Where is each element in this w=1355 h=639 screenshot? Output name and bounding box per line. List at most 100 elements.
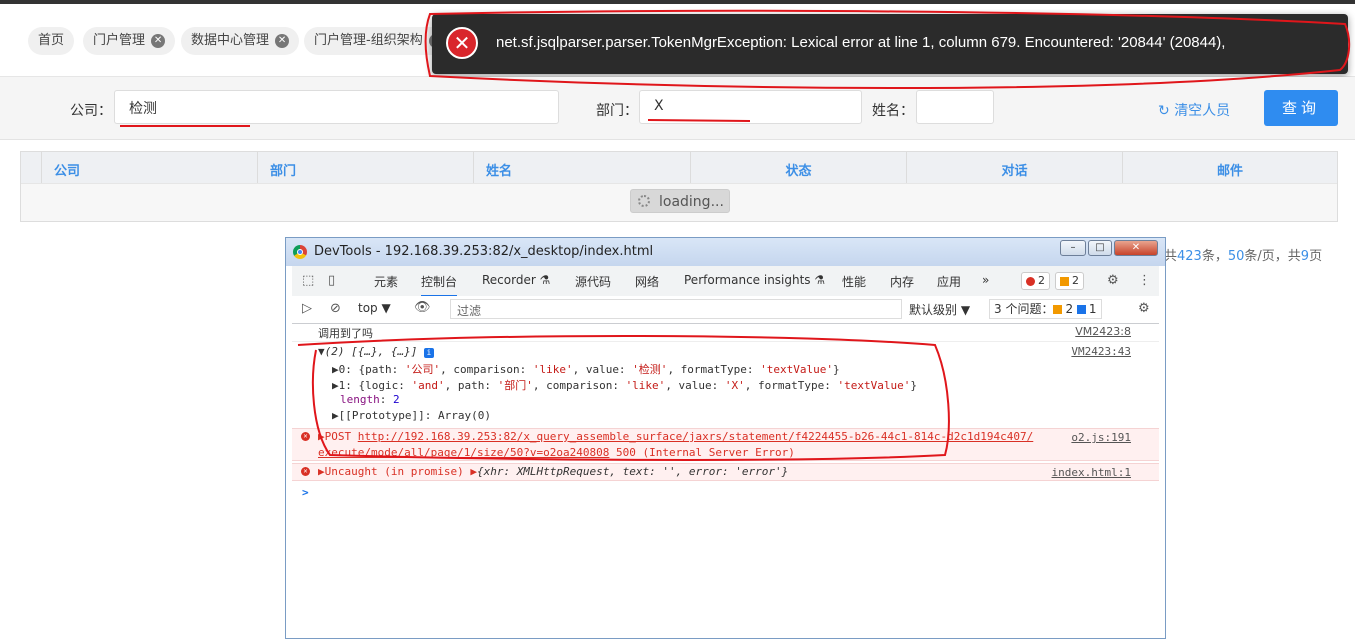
uncaught-label[interactable]: ▶Uncaught (in promise) ▶: [318, 465, 477, 478]
item-text: , path:: [444, 379, 498, 392]
devtools-tab-recorder[interactable]: Recorder ⚗: [482, 273, 550, 287]
tab-data-center[interactable]: 数据中心管理 ✕: [181, 27, 300, 55]
clear-persons-button[interactable]: ↻ 清空人员: [1158, 100, 1230, 120]
console-prompt[interactable]: >: [292, 486, 1159, 499]
item-text: , formatType:: [667, 363, 761, 376]
source-link[interactable]: VM2423:43: [1071, 345, 1131, 358]
column-header-status[interactable]: 状态: [690, 152, 906, 183]
close-icon[interactable]: ✕: [151, 33, 166, 48]
error-toast: ✕ net.sf.jsqlparser.parser.TokenMgrExcep…: [432, 14, 1348, 74]
warning-count: 2: [1072, 274, 1079, 287]
minimize-button[interactable]: –: [1060, 240, 1086, 256]
item-text: , value:: [572, 363, 633, 376]
query-button[interactable]: 查询: [1264, 90, 1338, 126]
inspect-icon[interactable]: ⬚: [302, 273, 314, 288]
array-length: length: 2: [340, 393, 400, 406]
array-item-1[interactable]: ▶1: {logic: 'and', path: '部门', compariso…: [292, 377, 1159, 393]
item-text: ▶0: {path:: [332, 363, 405, 376]
item-value: '检测': [632, 363, 668, 376]
loading-indicator: loading...: [630, 189, 730, 213]
info-icon: i: [423, 348, 434, 358]
console-output: 调用到了吗 VM2423:8 ▼(2) [{…}, {…}] i VM2423:…: [292, 323, 1159, 638]
devtools-tab-network[interactable]: 网络: [635, 273, 659, 290]
error-icon: ✕: [446, 27, 478, 59]
log-level-select[interactable]: 默认级别 ▼: [909, 301, 970, 318]
error-count: 2: [1038, 274, 1045, 287]
devtools-titlebar[interactable]: DevTools - 192.168.39.253:82/x_desktop/i…: [286, 238, 1165, 266]
column-header-department[interactable]: 部门: [257, 152, 473, 183]
request-url-cont[interactable]: execute/mode/all/page/1/size/50?v=o2oa24…: [318, 446, 609, 459]
devtools-tab-sources[interactable]: 源代码: [575, 273, 611, 290]
tab-label: 门户管理: [93, 33, 146, 48]
maximize-button[interactable]: □: [1088, 240, 1112, 256]
devtools-tab-console[interactable]: 控制台: [421, 273, 458, 297]
column-header-name[interactable]: 姓名: [473, 152, 690, 183]
devtools-tab-performance[interactable]: 性能: [842, 273, 866, 290]
source-link[interactable]: o2.js:191: [1071, 430, 1131, 446]
console-array-row[interactable]: ▼(2) [{…}, {…}] i VM2423:43: [292, 345, 1159, 361]
error-count-badge[interactable]: 2: [1021, 272, 1050, 290]
tab-org-structure[interactable]: 门户管理-组织架构✕: [304, 27, 453, 55]
devtools-tab-application[interactable]: 应用: [937, 273, 961, 290]
column-header-mail[interactable]: 邮件: [1122, 152, 1337, 183]
settings-gear-icon[interactable]: ⚙: [1107, 273, 1119, 288]
uncaught-object[interactable]: {xhr: XMLHttpRequest, text: '', error: '…: [477, 465, 788, 478]
close-window-button[interactable]: ✕: [1114, 240, 1158, 256]
length-value: 2: [393, 393, 400, 406]
devtools-title: DevTools - 192.168.39.253:82/x_desktop/i…: [314, 244, 654, 259]
item-text: }: [833, 363, 840, 376]
post-label[interactable]: ▶POST: [318, 430, 358, 443]
source-link[interactable]: VM2423:8: [1075, 325, 1131, 338]
pager-text: 条/页，共: [1244, 249, 1301, 264]
column-header-company[interactable]: 公司: [41, 152, 257, 183]
item-format: 'textValue': [837, 379, 911, 392]
devtools-tab-elements[interactable]: 元素: [374, 273, 398, 290]
error-dot-icon: [1026, 276, 1035, 286]
live-expression-eye-icon[interactable]: 👁: [414, 300, 431, 315]
array-item-0[interactable]: ▶0: {path: '公司', comparison: 'like', val…: [292, 361, 1159, 377]
devtools-tab-memory[interactable]: 内存: [890, 273, 914, 290]
devtools-main-toolbar: ⬚ ▯ 元素 控制台 Recorder ⚗ 源代码 网络 Performance…: [292, 266, 1159, 297]
tab-home[interactable]: 首页: [28, 27, 75, 55]
item-text: , value:: [665, 379, 725, 392]
column-header-chat[interactable]: 对话: [906, 152, 1122, 183]
tab-label: 数据中心管理: [191, 33, 270, 48]
pager-text: 条，: [1201, 249, 1228, 264]
devtools-tab-performance-insights[interactable]: Performance insights ⚗: [684, 273, 825, 287]
error-message: net.sf.jsqlparser.parser.TokenMgrExcepti…: [496, 34, 1226, 51]
clear-console-icon[interactable]: ⊘: [330, 301, 341, 316]
loading-text: loading...: [659, 194, 724, 210]
item-comparison: 'like': [532, 363, 573, 376]
prompt-caret: >: [302, 486, 309, 499]
warning-count-badge[interactable]: 2: [1055, 272, 1084, 290]
request-url[interactable]: http://192.168.39.253:82/x_query_assembl…: [358, 430, 1034, 443]
close-icon[interactable]: ✕: [275, 33, 290, 48]
search-filter-bar: 公司： 检测 部门： X 姓名： ↻ 清空人员 查询: [0, 77, 1355, 140]
item-comparison: 'like': [625, 379, 666, 392]
department-label: 部门：: [596, 103, 638, 119]
warning-icon: [1060, 276, 1069, 286]
tab-portal-management[interactable]: 门户管理 ✕: [83, 27, 176, 55]
company-label: 公司：: [70, 103, 112, 119]
context-select[interactable]: top ▼: [358, 301, 391, 315]
prototype-text: ▶[[Prototype]]: Array(0): [332, 409, 491, 422]
log-message: 调用到了吗: [318, 327, 373, 340]
results-table: 公司 部门 姓名 状态 对话 邮件 loading...: [20, 151, 1338, 222]
name-label: 姓名：: [872, 103, 914, 119]
source-link[interactable]: index.html:1: [1052, 465, 1131, 481]
issues-label: 3 个问题：: [994, 302, 1054, 316]
console-settings-icon[interactable]: ⚙: [1138, 301, 1150, 316]
more-tabs-button[interactable]: »: [982, 273, 989, 287]
sidebar-toggle-icon[interactable]: ▷: [302, 301, 312, 316]
device-toolbar-icon[interactable]: ▯: [328, 273, 335, 288]
name-input[interactable]: [916, 90, 994, 124]
array-prototype[interactable]: ▶[[Prototype]]: Array(0): [292, 409, 1159, 426]
company-input[interactable]: 检测: [114, 90, 559, 124]
warning-icon: [1053, 305, 1063, 314]
table-header: 公司 部门 姓名 状态 对话 邮件: [21, 152, 1337, 184]
department-input[interactable]: X: [639, 90, 862, 124]
more-options-icon[interactable]: ⋮: [1138, 273, 1151, 288]
issues-button[interactable]: 3 个问题： 2 1: [989, 299, 1102, 319]
spinner-icon: [638, 195, 650, 207]
console-filter-input[interactable]: 过滤: [450, 299, 902, 319]
